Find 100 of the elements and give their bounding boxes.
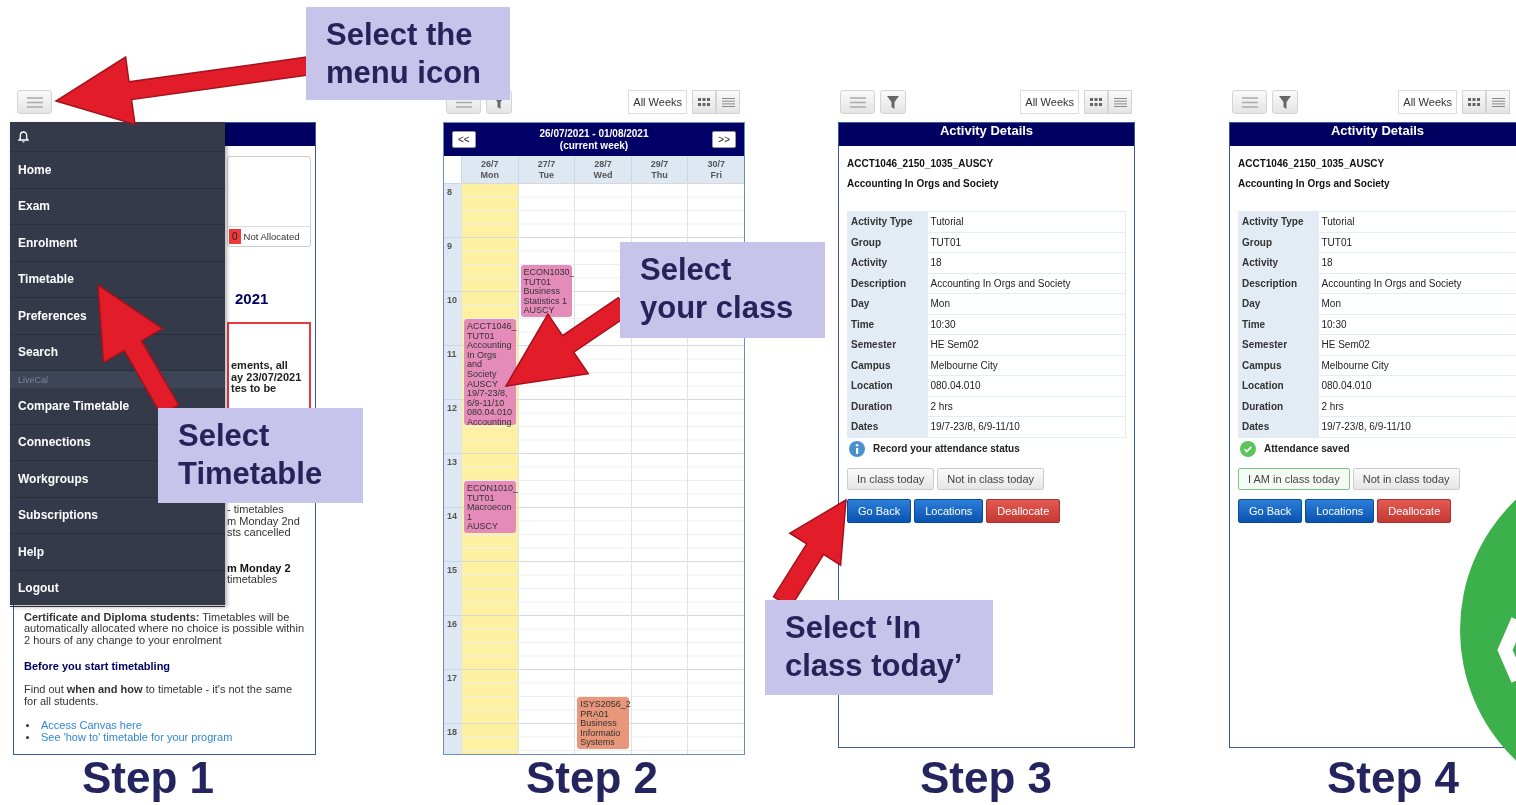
menu-item[interactable]: Logout bbox=[10, 570, 225, 607]
field-value: HE Sem02 bbox=[1318, 334, 1516, 355]
date-range: 26/07/2021 - 01/08/2021 bbox=[539, 127, 649, 140]
all-weeks-button[interactable]: All Weeks bbox=[628, 90, 687, 114]
filter-icon bbox=[887, 95, 899, 109]
field-value: TUT01 bbox=[1318, 232, 1516, 253]
status-message: Attendance saved bbox=[1264, 443, 1350, 454]
panel-title: Activity Details bbox=[839, 123, 1134, 146]
filter-button[interactable] bbox=[1272, 90, 1298, 114]
menu-icon bbox=[1241, 96, 1258, 108]
hour-label: 13 bbox=[447, 457, 457, 467]
activity-code: ACCT1046_2150_1035_AUSCY bbox=[847, 158, 995, 169]
list-view-button[interactable] bbox=[716, 90, 740, 114]
bell-icon[interactable] bbox=[18, 130, 29, 143]
field-value: 10:30 bbox=[1318, 314, 1516, 335]
field-value: 18 bbox=[927, 252, 1126, 273]
field-label: Day bbox=[1238, 293, 1319, 314]
count-badge: 0 bbox=[229, 229, 241, 244]
attendance-button[interactable]: I AM in class today bbox=[1238, 467, 1350, 490]
instruction-tooltip: Select ‘In class today’ bbox=[765, 600, 993, 695]
field-value: 18 bbox=[1318, 252, 1516, 273]
grid-view-button[interactable] bbox=[1084, 90, 1108, 114]
menu-icon bbox=[849, 96, 866, 108]
menu-item[interactable]: Exam bbox=[10, 188, 225, 225]
list-view-button[interactable] bbox=[1108, 90, 1132, 114]
activity-name: Accounting In Orgs and Society bbox=[847, 178, 1000, 189]
all-weeks-button[interactable]: All Weeks bbox=[1020, 90, 1079, 114]
field-value: 10:30 bbox=[927, 314, 1126, 335]
hour-label: 14 bbox=[447, 511, 457, 521]
field-label: Location bbox=[1238, 375, 1319, 396]
field-label: Dates bbox=[1238, 416, 1319, 437]
attendance-button[interactable]: Not in class today bbox=[937, 467, 1045, 490]
field-label: Group bbox=[1238, 232, 1319, 253]
attendance-button[interactable]: In class today bbox=[847, 467, 935, 490]
link[interactable]: See 'how to' timetable for your program bbox=[41, 731, 233, 743]
day-header: 26/7 Mon bbox=[461, 156, 518, 183]
action-button[interactable]: Locations bbox=[1305, 498, 1375, 523]
notice-text: ay 23/07/2021 bbox=[231, 371, 303, 383]
all-weeks-button[interactable]: All Weeks bbox=[1398, 90, 1457, 114]
activity-code: ACCT1046_2150_1035_AUSCY bbox=[1238, 158, 1386, 169]
heading-text: 2021 bbox=[234, 290, 270, 307]
body-text: - timetables bbox=[227, 504, 285, 516]
action-button[interactable]: Deallocate bbox=[1377, 498, 1452, 523]
hour-label: 10 bbox=[447, 295, 457, 305]
field-value: TUT01 bbox=[927, 232, 1126, 253]
day-header: 28/7 Wed bbox=[574, 156, 631, 183]
day-header: 29/7 Thu bbox=[630, 156, 688, 183]
field-label: Dates bbox=[847, 416, 928, 437]
hour-label: 15 bbox=[447, 565, 457, 575]
field-label: Time bbox=[1238, 314, 1319, 335]
step-label: Step 1 bbox=[82, 753, 214, 803]
notice-text: ements, all bbox=[231, 360, 289, 372]
grid-view-button[interactable] bbox=[1462, 90, 1486, 114]
action-button[interactable]: Go Back bbox=[1238, 498, 1303, 523]
hour-label: 17 bbox=[447, 673, 457, 683]
field-value: 080.04.010 bbox=[1318, 375, 1516, 396]
field-value: 2 hrs bbox=[1318, 396, 1516, 417]
previous-week-button[interactable]: << bbox=[452, 131, 476, 148]
body-text: m Monday 2 bbox=[227, 562, 292, 574]
action-button[interactable]: Deallocate bbox=[986, 498, 1061, 523]
body-text: Find out when and how to timetable - it's not the same for all students. bbox=[24, 684, 294, 707]
activity-name: Accounting In Orgs and Society bbox=[1238, 178, 1391, 189]
action-button[interactable]: Locations bbox=[914, 498, 984, 523]
link[interactable]: Access Canvas here bbox=[41, 719, 142, 731]
menu-item[interactable]: Home bbox=[10, 152, 225, 189]
field-label: Duration bbox=[1238, 396, 1319, 417]
hour-label: 12 bbox=[447, 403, 457, 413]
field-value: Melbourne City bbox=[1318, 355, 1516, 376]
field-label: Duration bbox=[847, 396, 928, 417]
field-value: 19/7-23/8, 6/9-11/10 bbox=[1318, 416, 1516, 437]
field-label: Description bbox=[1238, 273, 1319, 294]
day-header: 27/7 Tue bbox=[517, 156, 575, 183]
field-label: Campus bbox=[847, 355, 928, 376]
field-label: Description bbox=[847, 273, 928, 294]
body-text: Certificate and Diploma students: Timetables will be automatically allocated where no choice is possible within 2 hours of any change to your enrolment bbox=[24, 611, 305, 646]
list-icon bbox=[721, 97, 735, 107]
menu-icon bbox=[26, 96, 43, 108]
field-label: Activity Type bbox=[847, 211, 928, 232]
field-value: Tutorial bbox=[927, 211, 1126, 232]
field-value: Mon bbox=[1318, 293, 1516, 314]
action-button[interactable]: Go Back bbox=[847, 498, 912, 523]
body-text: m Monday 2nd bbox=[227, 515, 301, 527]
grid-view-button[interactable] bbox=[692, 90, 716, 114]
attendance-button[interactable]: Not in class today bbox=[1352, 467, 1460, 490]
field-value: Accounting In Orgs and Society bbox=[1318, 273, 1516, 294]
step-label: Step 3 bbox=[920, 753, 1052, 803]
step-label: Step 4 bbox=[1327, 753, 1459, 803]
status-label: Not Allocated bbox=[243, 231, 300, 242]
field-label: Campus bbox=[1238, 355, 1319, 376]
bullet-icon bbox=[26, 723, 29, 727]
field-label: Group bbox=[847, 232, 928, 253]
list-view-button[interactable] bbox=[1486, 90, 1510, 114]
field-value: Melbourne City bbox=[927, 355, 1126, 376]
menu-item[interactable]: Help bbox=[10, 534, 225, 571]
filter-button[interactable] bbox=[880, 90, 906, 114]
grid-icon bbox=[1090, 98, 1102, 106]
step-label: Step 2 bbox=[526, 753, 658, 803]
bullet-icon bbox=[26, 735, 29, 739]
next-week-button[interactable]: >> bbox=[712, 131, 736, 148]
menu-item[interactable]: Enrolment bbox=[10, 225, 225, 262]
